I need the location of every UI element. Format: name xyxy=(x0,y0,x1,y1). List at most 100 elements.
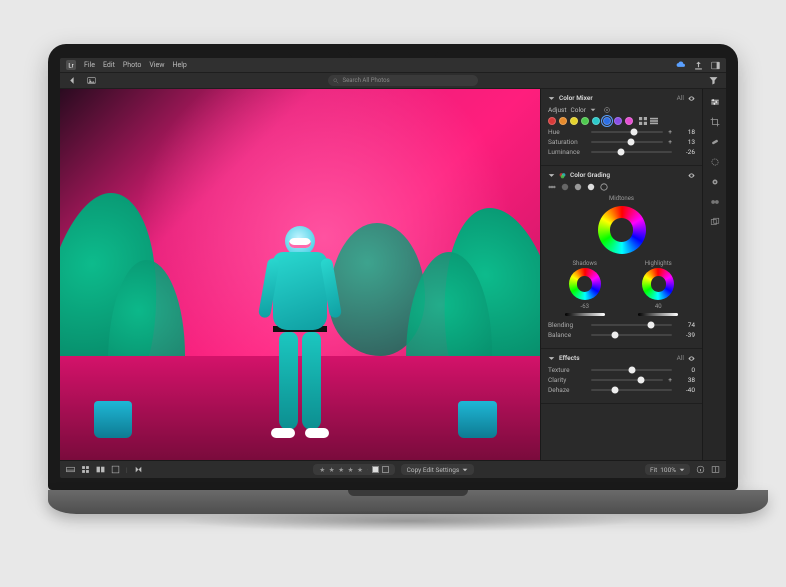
wheel-midtones[interactable] xyxy=(598,206,646,254)
grid-view-icon[interactable] xyxy=(639,117,647,125)
slider-label: Blending xyxy=(548,321,586,329)
detail-icon[interactable] xyxy=(111,465,120,474)
panel-scope[interactable]: All xyxy=(677,94,684,102)
wheel-highlights[interactable] xyxy=(642,268,674,300)
eye-icon[interactable] xyxy=(688,95,695,102)
chevron-down-icon[interactable] xyxy=(590,107,596,113)
rating-flag-bar: ★ ★ ★ ★ ★ · xyxy=(313,464,394,475)
chevron-down-icon xyxy=(462,467,468,473)
panel-scope[interactable]: All xyxy=(677,354,684,362)
swatch-aqua[interactable] xyxy=(592,117,600,125)
edit-panels: Color Mixer All Adjust Color xyxy=(540,89,702,460)
menu-photo[interactable]: Photo xyxy=(123,61,141,69)
mode-global-icon[interactable] xyxy=(600,183,608,191)
mode-3way-icon[interactable] xyxy=(548,183,556,191)
panel-color-grading: Color Grading Midtones xyxy=(541,166,702,349)
compare-icon[interactable] xyxy=(96,465,105,474)
button-label: Copy Edit Settings xyxy=(407,466,460,474)
search-placeholder: Search All Photos xyxy=(343,77,390,84)
swatch-blue[interactable] xyxy=(603,117,611,125)
slider-balance[interactable]: Balance -39 xyxy=(548,331,695,339)
top-toolbar: Search All Photos xyxy=(60,73,726,89)
slider-label: Luminance xyxy=(548,148,586,156)
mode-shadows-icon[interactable] xyxy=(561,183,569,191)
mode-highlights-icon[interactable] xyxy=(587,183,595,191)
slider-label: Saturation xyxy=(548,138,586,146)
shadows-lum-slider[interactable] xyxy=(565,313,605,316)
highlights-value: 40 xyxy=(655,303,662,310)
cloud-sync-icon[interactable] xyxy=(676,60,686,70)
slider-value: 0 xyxy=(677,366,695,374)
tool-edit[interactable] xyxy=(709,96,720,107)
slider-saturation[interactable]: Saturation + 13 xyxy=(548,138,695,146)
adjust-mode[interactable]: Color xyxy=(571,106,586,114)
flip-icon[interactable] xyxy=(134,465,143,474)
slider-value: -26 xyxy=(677,148,695,156)
shadows-value: -63 xyxy=(581,303,589,310)
svg-text:Lr: Lr xyxy=(68,64,73,70)
back-button[interactable] xyxy=(66,74,79,87)
flag-reject[interactable] xyxy=(382,466,389,473)
bottom-bar: | ★ ★ ★ ★ ★ · Copy Edit Settings Fit 100… xyxy=(60,460,726,478)
flag-pick[interactable] xyxy=(372,466,379,473)
panel-toggle-icon[interactable] xyxy=(711,61,720,70)
collapse-icon[interactable] xyxy=(548,95,555,102)
tool-crop[interactable] xyxy=(709,116,720,127)
star-rating[interactable]: ★ ★ ★ ★ ★ xyxy=(319,466,364,474)
filter-icon[interactable] xyxy=(707,74,720,87)
swatch-magenta[interactable] xyxy=(625,117,633,125)
zoom-control[interactable]: Fit 100% xyxy=(645,464,690,475)
slider-label: Hue xyxy=(548,128,586,136)
grid-icon[interactable] xyxy=(81,465,90,474)
menu-edit[interactable]: Edit xyxy=(103,61,115,69)
slider-texture[interactable]: Texture 0 xyxy=(548,366,695,374)
collapse-icon[interactable] xyxy=(548,355,555,362)
panel-color-mixer: Color Mixer All Adjust Color xyxy=(541,89,702,166)
target-picker-icon[interactable] xyxy=(604,107,610,113)
tool-versions[interactable] xyxy=(709,216,720,227)
swatch-purple[interactable] xyxy=(614,117,622,125)
eye-icon[interactable] xyxy=(688,355,695,362)
swatch-green[interactable] xyxy=(581,117,589,125)
app-window: Lr File Edit Photo View Help Search All … xyxy=(60,58,726,478)
swatch-yellow[interactable] xyxy=(570,117,578,125)
collapse-icon[interactable] xyxy=(548,172,555,179)
tool-heal[interactable] xyxy=(709,136,720,147)
panel-effects: Effects All Texture 0 Clarity xyxy=(541,349,702,404)
menu-view[interactable]: View xyxy=(149,61,164,69)
mode-midtones-icon[interactable] xyxy=(574,183,582,191)
slider-hue[interactable]: Hue + 18 xyxy=(548,128,695,136)
wheel-shadows[interactable] xyxy=(569,268,601,300)
original-toggle-icon[interactable] xyxy=(711,465,720,474)
swatch-red[interactable] xyxy=(548,117,556,125)
slider-blending[interactable]: Blending 74 xyxy=(548,321,695,329)
search-input[interactable]: Search All Photos xyxy=(328,75,478,86)
tool-mask[interactable] xyxy=(709,156,720,167)
slider-luminance[interactable]: Luminance -26 xyxy=(548,148,695,156)
chevron-down-icon xyxy=(679,467,685,473)
copy-edit-settings-button[interactable]: Copy Edit Settings xyxy=(401,464,475,475)
slider-value: 18 xyxy=(677,128,695,136)
tool-presets[interactable] xyxy=(709,196,720,207)
tool-redeye[interactable] xyxy=(709,176,720,187)
shadows-label: Shadows xyxy=(572,260,597,267)
search-icon xyxy=(333,78,339,84)
slider-dehaze[interactable]: Dehaze -40 xyxy=(548,386,695,394)
slider-label: Dehaze xyxy=(548,386,586,394)
highlights-lum-slider[interactable] xyxy=(638,313,678,316)
highlights-label: Highlights xyxy=(645,260,672,267)
image-canvas[interactable] xyxy=(60,89,540,460)
slider-label: Balance xyxy=(548,331,586,339)
list-view-icon[interactable] xyxy=(650,117,658,125)
eye-icon[interactable] xyxy=(688,172,695,179)
library-photos-icon[interactable] xyxy=(85,74,98,87)
menu-help[interactable]: Help xyxy=(172,61,186,69)
menu-file[interactable]: File xyxy=(84,61,95,69)
info-icon[interactable] xyxy=(696,465,705,474)
share-icon[interactable] xyxy=(694,61,703,70)
slider-value: 13 xyxy=(677,138,695,146)
slider-label: Clarity xyxy=(548,376,586,384)
swatch-orange[interactable] xyxy=(559,117,567,125)
slider-clarity[interactable]: Clarity + 38 xyxy=(548,376,695,384)
filmstrip-toggle-icon[interactable] xyxy=(66,465,75,474)
